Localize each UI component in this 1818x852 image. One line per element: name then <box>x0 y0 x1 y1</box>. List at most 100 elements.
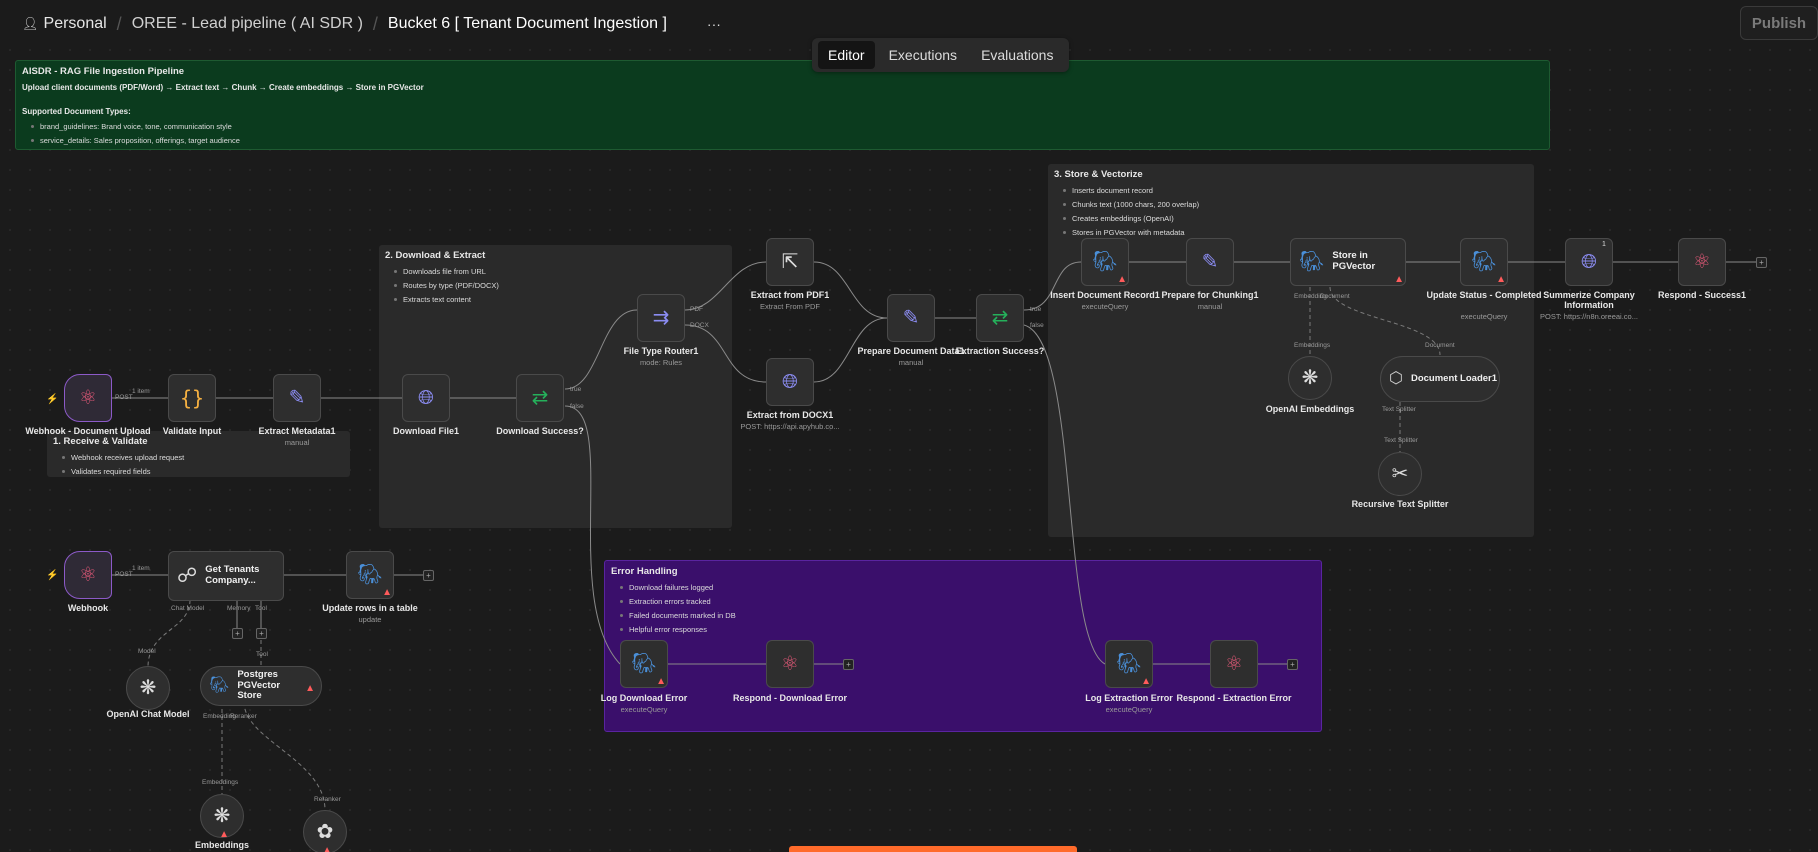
port-label: Document <box>1425 342 1455 349</box>
node-label: Prepare for Chunking1 <box>1161 290 1259 300</box>
node-label: Webhook <box>67 603 109 613</box>
node-subtitle: Extract From PDF <box>759 302 820 311</box>
port-label: Tool <box>256 651 268 658</box>
extract-metadata-node[interactable]: ✎ <box>273 374 321 422</box>
node-label: Download Success? <box>496 426 584 436</box>
elephant-icon: 🐘︎ <box>631 653 657 675</box>
globe-icon: 🌐︎ <box>418 387 434 409</box>
node-label: Update rows in a table <box>322 603 418 613</box>
warning-icon: ▲ <box>322 845 332 852</box>
breadcrumb-owner[interactable]: Personal <box>44 15 107 33</box>
output-docx: DOCX <box>690 322 709 329</box>
prepare-for-chunking-node[interactable]: ✎ <box>1186 238 1234 286</box>
output-pdf: PDF <box>690 306 703 313</box>
openai-chat-model-node[interactable]: ❋ <box>126 666 170 710</box>
openai-embeddings-node[interactable]: ❋ <box>1288 356 1332 400</box>
log-extraction-error-node[interactable]: 🐘︎ ▲ <box>1105 640 1153 688</box>
webhook-document-upload-node[interactable]: ⚛ <box>64 374 112 422</box>
file-export-icon: ⇱ <box>781 251 799 273</box>
store-in-pgvector-node[interactable]: 🐘︎ Store in PGVector ▲ <box>1290 238 1406 286</box>
openai-icon: ❋ <box>139 677 157 699</box>
elephant-icon: 🐘︎ <box>1471 251 1497 273</box>
breadcrumb-project[interactable]: OREE - Lead pipeline ( AI SDR ) <box>132 15 363 33</box>
tab-editor[interactable]: Editor <box>818 41 875 69</box>
node-label: File Type Router1 <box>623 346 699 356</box>
warning-icon: ▲ <box>656 676 666 687</box>
update-rows-node[interactable]: 🐘︎ ▲ <box>346 551 394 599</box>
node-label: Get Tenants Company... <box>205 564 260 586</box>
add-memory-button[interactable]: + <box>232 628 243 639</box>
insert-document-record-node[interactable]: 🐘︎ ▲ <box>1081 238 1129 286</box>
node-label: Respond - Success1 <box>1657 290 1747 300</box>
breadcrumb-separator: / <box>372 13 378 34</box>
item-count: 1 item <box>132 388 150 395</box>
respond-extraction-error-node[interactable]: ⚛ <box>1210 640 1258 688</box>
cohere-icon: ✿ <box>316 821 334 843</box>
openai-icon: ❋ <box>1301 367 1319 389</box>
add-node-button[interactable]: + <box>1756 257 1767 268</box>
document-loader-node[interactable]: ⬡ Document Loader1 <box>1380 356 1500 402</box>
postgres-pgvector-store-node[interactable]: 🐘︎ Postgres PGVector Store ▲ <box>200 666 322 706</box>
reranker-node[interactable]: ✿ ▲ <box>303 810 347 852</box>
node-label: OpenAI Embeddings <box>1265 404 1355 414</box>
node-label: Store in PGVector <box>1332 250 1376 272</box>
webhook-icon: ⚛ <box>79 564 97 586</box>
item-count: 1 item <box>132 565 150 572</box>
file-type-router-node[interactable]: ⇉ <box>637 294 685 342</box>
add-tool-button[interactable]: + <box>256 628 267 639</box>
add-node-button[interactable]: + <box>423 570 434 581</box>
branch-icon: ⇄ <box>531 387 549 409</box>
node-label: Extract Metadata1 <box>258 426 336 436</box>
publish-button[interactable]: Publish <box>1740 6 1818 40</box>
tab-evaluations[interactable]: Evaluations <box>971 41 1063 69</box>
extraction-success-node[interactable]: ⇄ <box>976 294 1024 342</box>
prepare-document-data-node[interactable]: ✎ <box>887 294 935 342</box>
webhook-icon: ⚛ <box>79 387 97 409</box>
globe-icon: 🌐︎ <box>1581 251 1597 273</box>
webhook-node[interactable]: ⚛ <box>64 551 112 599</box>
node-label: Recursive Text Splitter <box>1351 499 1449 509</box>
extract-from-docx-node[interactable]: 🌐︎ <box>766 358 814 406</box>
user-icon: 👤︎ <box>22 16 39 31</box>
bottom-action-bar[interactable] <box>789 846 1077 852</box>
get-tenants-agent-node[interactable]: ☍ Get Tenants Company... <box>168 551 284 601</box>
node-label: OpenAI Chat Model <box>106 709 190 719</box>
webhook-icon: ⚛ <box>1693 251 1711 273</box>
recursive-text-splitter-node[interactable]: ✂ <box>1378 452 1422 496</box>
port-label: Text Splitter <box>1382 406 1416 413</box>
node-subtitle: POST: https://api.apyhub.co... <box>740 422 840 431</box>
respond-download-error-node[interactable]: ⚛ <box>766 640 814 688</box>
trigger-bolt-icon: ⚡ <box>46 570 59 581</box>
workflow-canvas[interactable]: 👤︎ Personal / OREE - Lead pipeline ( AI … <box>0 0 1818 852</box>
add-node-button[interactable]: + <box>843 659 854 670</box>
elephant-icon: 🐘︎ <box>1116 653 1142 675</box>
branch-icon: ⇄ <box>991 307 1009 329</box>
globe-icon: 🌐︎ <box>782 371 798 393</box>
more-options-icon[interactable]: ··· <box>707 16 721 32</box>
elephant-icon: 🐘︎ <box>1299 251 1325 273</box>
warning-icon: ▲ <box>305 683 315 694</box>
node-subtitle: mode: Rules <box>639 358 683 367</box>
warning-icon: ▲ <box>1117 274 1127 285</box>
output-false: false <box>570 403 584 410</box>
extract-from-pdf-node[interactable]: ⇱ <box>766 238 814 286</box>
node-subtitle: manual <box>1197 302 1223 311</box>
embeddings-node[interactable]: ❋ ▲ <box>200 794 244 840</box>
port-memory: Memory <box>227 605 251 612</box>
method-tag: POST <box>115 571 133 578</box>
download-file-node[interactable]: 🌐︎ <box>402 374 450 422</box>
add-node-button[interactable]: + <box>1287 659 1298 670</box>
warning-icon: ▲ <box>1141 676 1151 687</box>
tab-executions[interactable]: Executions <box>879 41 967 69</box>
respond-success-node[interactable]: ⚛ <box>1678 238 1726 286</box>
connection <box>1023 324 1106 665</box>
update-status-node[interactable]: 🐘︎ ▲ <box>1460 238 1508 286</box>
validate-input-node[interactable]: {} <box>168 374 216 422</box>
workflow-title[interactable]: Bucket 6 [ Tenant Document Ingestion ] <box>388 15 667 33</box>
hexagon-icon: ⬡ <box>1389 370 1403 387</box>
elephant-icon: 🐘︎ <box>357 564 383 586</box>
download-success-node[interactable]: ⇄ <box>516 374 564 422</box>
output-true: true <box>570 386 582 393</box>
webhook-icon: ⚛ <box>781 653 799 675</box>
log-download-error-node[interactable]: 🐘︎ ▲ <box>620 640 668 688</box>
